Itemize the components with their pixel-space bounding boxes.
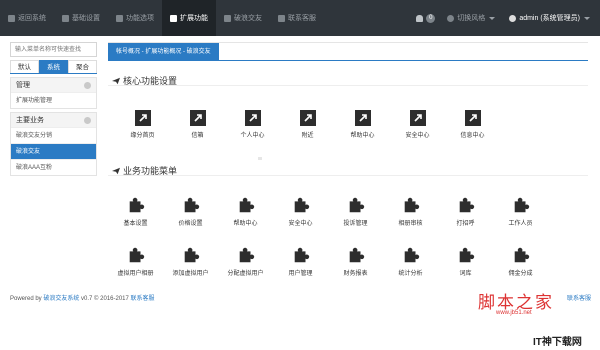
watermark-url: www.jb51.net	[496, 310, 532, 316]
puzzle-icon	[459, 247, 474, 263]
sidebar-group-header[interactable]: 主要业务	[11, 113, 96, 127]
footer-service-link[interactable]: 联系客服	[567, 293, 591, 302]
watermark-corner: IT神下载网	[533, 337, 582, 348]
business-tile[interactable]: 财务报表	[328, 246, 383, 277]
business-tile[interactable]: 分配虚拟用户	[218, 246, 273, 277]
core-tile[interactable]: 信息中心	[445, 110, 500, 139]
home-icon	[8, 14, 15, 22]
core-tile[interactable]: 安全中心	[390, 110, 445, 139]
user-icon	[509, 14, 517, 22]
tab-system[interactable]: 系统	[39, 60, 68, 73]
nav-item-options[interactable]: 功能选项	[108, 0, 162, 36]
sidebar-group-manage: 管理 扩展功能管理	[10, 77, 97, 109]
core-tile[interactable]: 信箱	[170, 110, 225, 139]
arrow-up-right-icon	[244, 110, 261, 126]
service-link[interactable]: 联系客服	[131, 296, 155, 302]
sidebar: 默认 系统 聚合 管理 扩展功能管理 主要业务 破浪交友分销 破浪交友 破浪AA…	[10, 42, 97, 176]
tab-aggregate[interactable]: 聚合	[68, 60, 97, 73]
sidebar-tabs: 默认 系统 聚合	[10, 60, 97, 74]
nav-item-return[interactable]: 返回系统	[0, 0, 54, 36]
options-icon	[116, 14, 123, 22]
puzzle-icon	[349, 197, 364, 213]
arrow-up-right-icon	[189, 110, 206, 126]
puzzle-icon	[184, 197, 199, 213]
nav-item-service[interactable]: 联系客服	[270, 0, 324, 36]
chevron-down-icon	[584, 16, 590, 20]
core-tile[interactable]: 缘分首页	[115, 110, 170, 139]
business-tile[interactable]: 佣金分成	[493, 246, 548, 277]
nav-item-basic-settings[interactable]: 基础设置	[54, 0, 108, 36]
puzzle-icon	[404, 197, 419, 213]
main-panel: 帐号概况 - 扩展功能概况 - 破浪交友 核心功能设置 缘分首页 信箱 个人中心…	[108, 42, 588, 282]
breadcrumb-bar: 帐号概况 - 扩展功能概况 - 破浪交友	[108, 43, 588, 61]
sidebar-item-dating[interactable]: 破浪交友	[11, 143, 96, 159]
business-tile[interactable]: 统计分析	[383, 246, 438, 277]
business-tile[interactable]: 帮助中心	[218, 196, 273, 227]
top-right-controls: 0 切换风格 admin (系统管理员)	[416, 0, 600, 36]
notification-badge: 0	[426, 13, 436, 23]
core-tile[interactable]: 个人中心	[225, 110, 280, 139]
business-tile[interactable]: 基本设置	[108, 196, 163, 227]
sidebar-group-business: 主要业务 破浪交友分销 破浪交友 破浪AAA互粉	[10, 112, 97, 176]
puzzle-icon	[184, 247, 199, 263]
puzzle-icon	[404, 247, 419, 263]
puzzle-icon	[294, 247, 309, 263]
business-tile[interactable]: 投诉管理	[328, 196, 383, 227]
arrow-up-right-icon	[134, 110, 151, 126]
chat-icon	[224, 14, 231, 22]
nav-item-dating[interactable]: 破浪交友	[216, 0, 270, 36]
plane-icon	[112, 77, 120, 84]
puzzle-icon	[459, 197, 474, 213]
top-navbar: 返回系统 基础设置 功能选项 扩展功能 破浪交友 联系客服 0 切换风格 adm…	[0, 0, 600, 36]
breadcrumb[interactable]: 帐号概况 - 扩展功能概况 - 破浪交友	[108, 43, 219, 61]
sidebar-item-extension-manage[interactable]: 扩展功能管理	[11, 92, 96, 108]
puzzle-icon	[294, 197, 309, 213]
business-tile[interactable]: 价格设置	[163, 196, 218, 227]
business-tile[interactable]: 工作人员	[493, 196, 548, 227]
chevron-down-icon	[489, 16, 496, 20]
business-tile[interactable]: 用户管理	[273, 246, 328, 277]
core-tile[interactable]: 附近	[280, 110, 335, 139]
business-tile[interactable]: 打招呼	[438, 196, 493, 227]
business-tile[interactable]: 相册审核	[383, 196, 438, 227]
business-tile[interactable]: 词库	[438, 246, 493, 277]
puzzle-icon	[239, 197, 254, 213]
arrow-up-right-icon	[409, 110, 426, 126]
business-tile[interactable]: 虚拟用户相册	[108, 246, 163, 277]
footer: Powered by 破浪交友系统 v0.7 © 2016-2017 联系客服	[10, 296, 155, 302]
core-tile[interactable]: 帮助中心	[335, 110, 390, 139]
sidebar-item-aaa-follow[interactable]: 破浪AAA互粉	[11, 159, 96, 175]
menu-search-input[interactable]	[10, 42, 97, 57]
palette-icon	[447, 14, 455, 22]
puzzle-icon	[514, 247, 529, 263]
divider	[108, 85, 588, 86]
theme-switcher[interactable]: 切换风格	[447, 13, 496, 23]
arrow-up-right-icon	[464, 110, 481, 126]
divider	[108, 175, 588, 176]
puzzle-icon	[129, 247, 144, 263]
settings-icon	[62, 14, 69, 22]
puzzle-icon	[514, 197, 529, 213]
collapse-icon	[84, 116, 91, 124]
user-menu[interactable]: admin (系统管理员)	[509, 13, 590, 23]
bell-icon[interactable]	[416, 14, 424, 22]
collapse-icon	[84, 81, 91, 89]
sidebar-group-header[interactable]: 管理	[11, 78, 96, 92]
sidebar-item-dating-distribution[interactable]: 破浪交友分销	[11, 127, 96, 143]
service-icon	[278, 14, 285, 22]
business-tile[interactable]: 安全中心	[273, 196, 328, 227]
business-tile[interactable]: 添加虚拟用户	[163, 246, 218, 277]
divider-mark	[258, 157, 262, 160]
arrow-up-right-icon	[299, 110, 316, 126]
plane-icon	[112, 167, 120, 174]
puzzle-icon	[349, 247, 364, 263]
users-icon	[170, 14, 177, 22]
puzzle-icon	[239, 247, 254, 263]
system-link[interactable]: 破浪交友系统	[43, 296, 79, 302]
nav-item-extensions[interactable]: 扩展功能	[162, 0, 216, 36]
tab-default[interactable]: 默认	[10, 60, 39, 73]
arrow-up-right-icon	[354, 110, 371, 126]
puzzle-icon	[129, 197, 144, 213]
